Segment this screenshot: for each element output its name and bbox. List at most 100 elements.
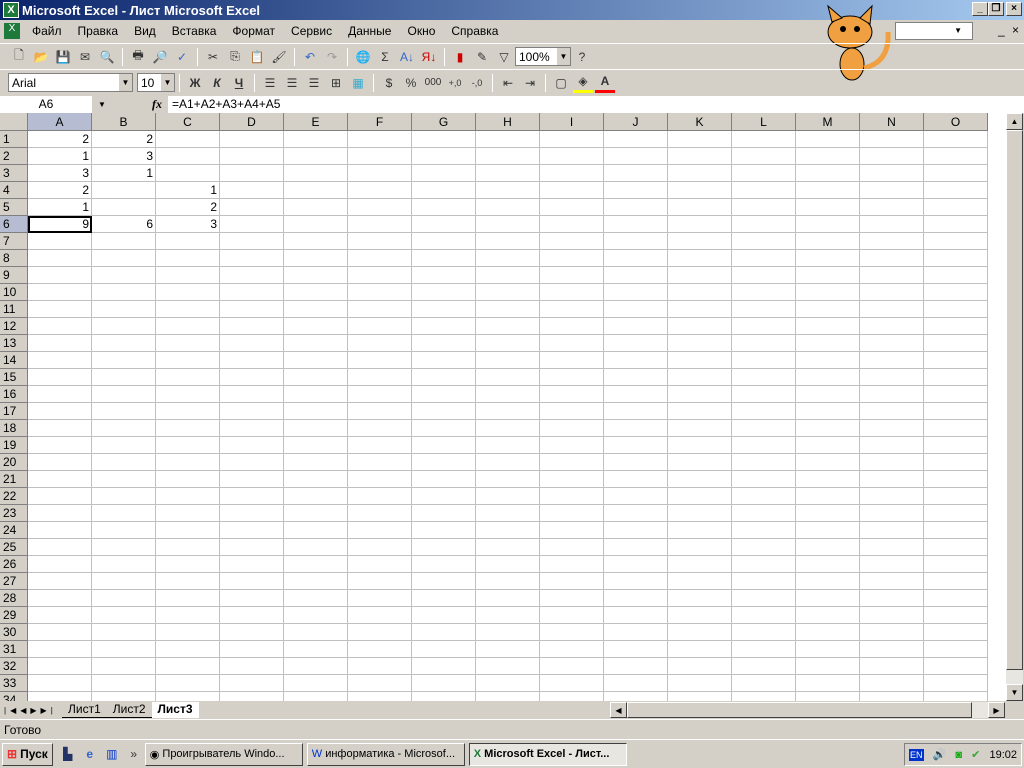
cell-H3[interactable] <box>476 165 540 182</box>
cell-D3[interactable] <box>220 165 284 182</box>
cell-F15[interactable] <box>348 369 412 386</box>
cell-K20[interactable] <box>668 454 732 471</box>
cell-D34[interactable] <box>220 692 284 701</box>
cell-G10[interactable] <box>412 284 476 301</box>
cell-D31[interactable] <box>220 641 284 658</box>
cell-M21[interactable] <box>796 471 860 488</box>
row-header-24[interactable]: 24 <box>0 522 28 539</box>
cell-E28[interactable] <box>284 590 348 607</box>
cell-D16[interactable] <box>220 386 284 403</box>
cell-B8[interactable] <box>92 250 156 267</box>
cell-E12[interactable] <box>284 318 348 335</box>
cell-N28[interactable] <box>860 590 924 607</box>
cell-A14[interactable] <box>28 352 92 369</box>
align-center-icon[interactable]: ☰ <box>282 73 302 93</box>
cell-B32[interactable] <box>92 658 156 675</box>
cell-O14[interactable] <box>924 352 988 369</box>
cell-J33[interactable] <box>604 675 668 692</box>
cell-I2[interactable] <box>540 148 604 165</box>
help-icon[interactable]: ? <box>572 47 592 67</box>
cell-L24[interactable] <box>732 522 796 539</box>
cell-L2[interactable] <box>732 148 796 165</box>
filter-icon[interactable]: ▽ <box>494 47 514 67</box>
cell-I8[interactable] <box>540 250 604 267</box>
cell-M18[interactable] <box>796 420 860 437</box>
cell-J8[interactable] <box>604 250 668 267</box>
cell-F30[interactable] <box>348 624 412 641</box>
cell-G32[interactable] <box>412 658 476 675</box>
print-preview-icon[interactable]: 🔎 <box>150 47 170 67</box>
cell-L34[interactable] <box>732 692 796 701</box>
cell-I20[interactable] <box>540 454 604 471</box>
cell-C18[interactable] <box>156 420 220 437</box>
cell-C34[interactable] <box>156 692 220 701</box>
row-header-22[interactable]: 22 <box>0 488 28 505</box>
column-header-A[interactable]: A <box>28 113 92 131</box>
cell-C6[interactable]: 3 <box>156 216 220 233</box>
cell-M16[interactable] <box>796 386 860 403</box>
decrease-decimal-icon[interactable]: -,0 <box>467 73 487 93</box>
cell-G16[interactable] <box>412 386 476 403</box>
cell-E7[interactable] <box>284 233 348 250</box>
column-header-J[interactable]: J <box>604 113 668 131</box>
cell-D8[interactable] <box>220 250 284 267</box>
cell-N15[interactable] <box>860 369 924 386</box>
format-painter-icon[interactable]: 🖌 <box>269 47 289 67</box>
cell-O4[interactable] <box>924 182 988 199</box>
cell-C2[interactable] <box>156 148 220 165</box>
fill-color-icon[interactable]: ◈ <box>573 73 593 93</box>
cell-E21[interactable] <box>284 471 348 488</box>
cell-L25[interactable] <box>732 539 796 556</box>
cell-B22[interactable] <box>92 488 156 505</box>
cell-C5[interactable]: 2 <box>156 199 220 216</box>
cell-I34[interactable] <box>540 692 604 701</box>
cell-C29[interactable] <box>156 607 220 624</box>
cell-J24[interactable] <box>604 522 668 539</box>
cell-F27[interactable] <box>348 573 412 590</box>
cell-N24[interactable] <box>860 522 924 539</box>
cell-B12[interactable] <box>92 318 156 335</box>
cell-J25[interactable] <box>604 539 668 556</box>
cell-L5[interactable] <box>732 199 796 216</box>
cell-O17[interactable] <box>924 403 988 420</box>
cell-J14[interactable] <box>604 352 668 369</box>
open-icon[interactable]: 📂 <box>31 47 51 67</box>
cell-J9[interactable] <box>604 267 668 284</box>
cell-F6[interactable] <box>348 216 412 233</box>
cell-E23[interactable] <box>284 505 348 522</box>
cell-H15[interactable] <box>476 369 540 386</box>
cell-E5[interactable] <box>284 199 348 216</box>
cell-D29[interactable] <box>220 607 284 624</box>
cell-L32[interactable] <box>732 658 796 675</box>
column-header-C[interactable]: C <box>156 113 220 131</box>
cell-B11[interactable] <box>92 301 156 318</box>
cell-I25[interactable] <box>540 539 604 556</box>
cell-H26[interactable] <box>476 556 540 573</box>
cell-D7[interactable] <box>220 233 284 250</box>
cell-E24[interactable] <box>284 522 348 539</box>
sheet-tab-2[interactable]: Лист2 <box>106 702 152 718</box>
cell-E27[interactable] <box>284 573 348 590</box>
cell-N26[interactable] <box>860 556 924 573</box>
sort-descending-icon[interactable]: Я↓ <box>419 47 439 67</box>
cell-F13[interactable] <box>348 335 412 352</box>
cell-K7[interactable] <box>668 233 732 250</box>
borders-grid-icon[interactable]: ▦ <box>348 73 368 93</box>
cell-O24[interactable] <box>924 522 988 539</box>
h-scroll-thumb[interactable] <box>627 702 972 718</box>
cell-K29[interactable] <box>668 607 732 624</box>
cell-E33[interactable] <box>284 675 348 692</box>
row-header-17[interactable]: 17 <box>0 403 28 420</box>
cell-A3[interactable]: 3 <box>28 165 92 182</box>
cell-E20[interactable] <box>284 454 348 471</box>
cell-B4[interactable] <box>92 182 156 199</box>
font-color-icon[interactable]: A <box>595 73 615 93</box>
cell-K12[interactable] <box>668 318 732 335</box>
cell-E19[interactable] <box>284 437 348 454</box>
cell-I24[interactable] <box>540 522 604 539</box>
column-header-F[interactable]: F <box>348 113 412 131</box>
cell-C17[interactable] <box>156 403 220 420</box>
cell-A6[interactable]: 9 <box>28 216 92 233</box>
row-header-4[interactable]: 4 <box>0 182 28 199</box>
cell-B14[interactable] <box>92 352 156 369</box>
